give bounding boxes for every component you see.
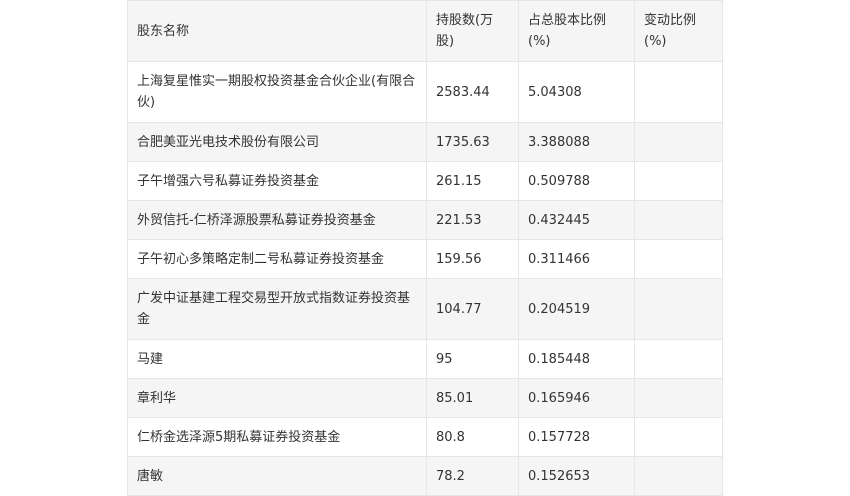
header-change: 变动比例(%) [634,0,723,62]
cell-shares: 85.01 [426,378,519,418]
table-row: 唐敏 78.2 0.152653 [127,456,723,496]
cell-shareholder-name: 上海复星惟实一期股权投资基金合伙企业(有限合伙) [127,61,427,123]
cell-shareholder-name: 马建 [127,339,427,379]
table-body: 上海复星惟实一期股权投资基金合伙企业(有限合伙) 2583.44 5.04308… [127,61,723,496]
table-row: 子午初心多策略定制二号私募证券投资基金 159.56 0.311466 [127,239,723,279]
cell-shares: 261.15 [426,161,519,201]
table-row: 上海复星惟实一期股权投资基金合伙企业(有限合伙) 2583.44 5.04308 [127,61,723,123]
cell-shares: 2583.44 [426,61,519,123]
header-shares: 持股数(万股) [426,0,519,62]
cell-shareholder-name: 章利华 [127,378,427,418]
cell-shares: 78.2 [426,456,519,496]
cell-shares: 221.53 [426,200,519,240]
cell-ratio: 0.432445 [518,200,635,240]
cell-change [634,278,723,340]
cell-change [634,417,723,457]
cell-change [634,239,723,279]
header-row: 股东名称 持股数(万股) 占总股本比例(%) 变动比例(%) [127,0,723,62]
cell-ratio: 0.152653 [518,456,635,496]
cell-ratio: 3.388088 [518,122,635,162]
cell-shares: 80.8 [426,417,519,457]
table-row: 广发中证基建工程交易型开放式指数证券投资基金 104.77 0.204519 [127,278,723,340]
table-header: 股东名称 持股数(万股) 占总股本比例(%) 变动比例(%) [127,0,723,62]
header-ratio: 占总股本比例(%) [518,0,635,62]
cell-ratio: 0.157728 [518,417,635,457]
cell-change [634,200,723,240]
table-row: 马建 95 0.185448 [127,339,723,379]
cell-change [634,61,723,123]
cell-shares: 1735.63 [426,122,519,162]
cell-shareholder-name: 外贸信托-仁桥泽源股票私募证券投资基金 [127,200,427,240]
cell-shareholder-name: 子午初心多策略定制二号私募证券投资基金 [127,239,427,279]
cell-change [634,122,723,162]
cell-shareholder-name: 合肥美亚光电技术股份有限公司 [127,122,427,162]
cell-shareholder-name: 唐敏 [127,456,427,496]
shareholder-table: 股东名称 持股数(万股) 占总股本比例(%) 变动比例(%) 上海复星惟实一期股… [127,0,723,496]
cell-ratio: 0.165946 [518,378,635,418]
cell-ratio: 5.04308 [518,61,635,123]
header-shareholder-name: 股东名称 [127,0,427,62]
cell-shares: 95 [426,339,519,379]
shareholder-table-container: 股东名称 持股数(万股) 占总股本比例(%) 变动比例(%) 上海复星惟实一期股… [127,0,723,496]
cell-change [634,378,723,418]
cell-ratio: 0.185448 [518,339,635,379]
cell-ratio: 0.204519 [518,278,635,340]
cell-shareholder-name: 仁桥金选泽源5期私募证券投资基金 [127,417,427,457]
cell-change [634,456,723,496]
cell-change [634,339,723,379]
cell-shares: 159.56 [426,239,519,279]
table-row: 子午增强六号私募证券投资基金 261.15 0.509788 [127,161,723,201]
table-row: 外贸信托-仁桥泽源股票私募证券投资基金 221.53 0.432445 [127,200,723,240]
cell-shares: 104.77 [426,278,519,340]
cell-shareholder-name: 广发中证基建工程交易型开放式指数证券投资基金 [127,278,427,340]
table-row: 仁桥金选泽源5期私募证券投资基金 80.8 0.157728 [127,417,723,457]
table-row: 章利华 85.01 0.165946 [127,378,723,418]
cell-ratio: 0.311466 [518,239,635,279]
cell-shareholder-name: 子午增强六号私募证券投资基金 [127,161,427,201]
cell-ratio: 0.509788 [518,161,635,201]
cell-change [634,161,723,201]
table-row: 合肥美亚光电技术股份有限公司 1735.63 3.388088 [127,122,723,162]
